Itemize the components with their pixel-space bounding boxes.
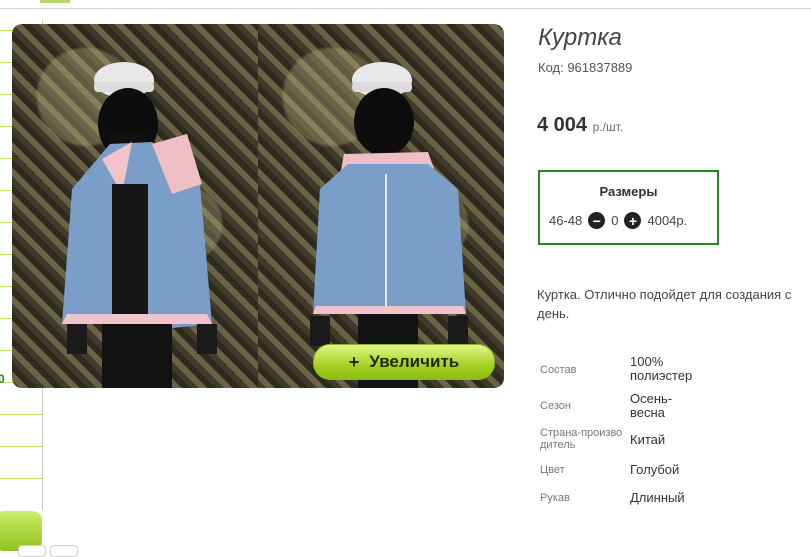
- zoom-label: Увеличить: [369, 352, 460, 371]
- sizes-title: Размеры: [599, 184, 658, 199]
- top-divider: [0, 8, 811, 9]
- quantity-value[interactable]: 0: [611, 213, 618, 228]
- sizes-panel: Размеры 46-48 − 0 + 4004р.: [538, 170, 719, 245]
- attribute-key: Цвет: [540, 464, 565, 476]
- attribute-value: Длинный: [630, 490, 685, 505]
- pagination-box[interactable]: [18, 545, 46, 557]
- product-title: Куртка: [538, 24, 622, 51]
- attribute-value: Китай: [630, 432, 666, 447]
- attribute-value: Осень-весна: [630, 391, 673, 420]
- price-unit: р./шт.: [592, 120, 624, 134]
- size-row: 46-48 − 0 + 4004р.: [549, 212, 687, 229]
- attribute-key: Страна-производитель: [540, 427, 623, 451]
- price-value: 4 004: [537, 114, 588, 136]
- zoom-button[interactable]: + Увеличить: [313, 344, 495, 380]
- size-price: 4004р.: [647, 213, 688, 228]
- product-photo-front[interactable]: [12, 24, 258, 388]
- plus-circle-icon[interactable]: +: [624, 212, 642, 229]
- attribute-key: Рукав: [540, 492, 570, 504]
- attribute-value: 100% полиэстер: [630, 354, 693, 383]
- attribute-value: Голубой: [630, 462, 680, 477]
- sidebar-divider: [0, 414, 42, 415]
- product-price: 4 004 р./шт.: [537, 114, 623, 137]
- sidebar-divider: [0, 446, 42, 447]
- sidebar-item-label[interactable]: 0: [0, 372, 5, 386]
- product-photo-back[interactable]: [258, 24, 504, 388]
- plus-icon: +: [348, 351, 360, 372]
- product-code: Код: 961837889: [538, 60, 633, 75]
- pagination-box[interactable]: [50, 545, 78, 557]
- minus-circle-icon[interactable]: −: [588, 212, 606, 229]
- attribute-key: Состав: [540, 364, 577, 376]
- product-description: Куртка. Отлично подойдет для создания с …: [537, 287, 792, 321]
- top-accent: [40, 0, 70, 3]
- size-label: 46-48: [549, 213, 583, 228]
- sidebar-divider: [0, 478, 42, 479]
- attribute-key: Сезон: [540, 400, 571, 412]
